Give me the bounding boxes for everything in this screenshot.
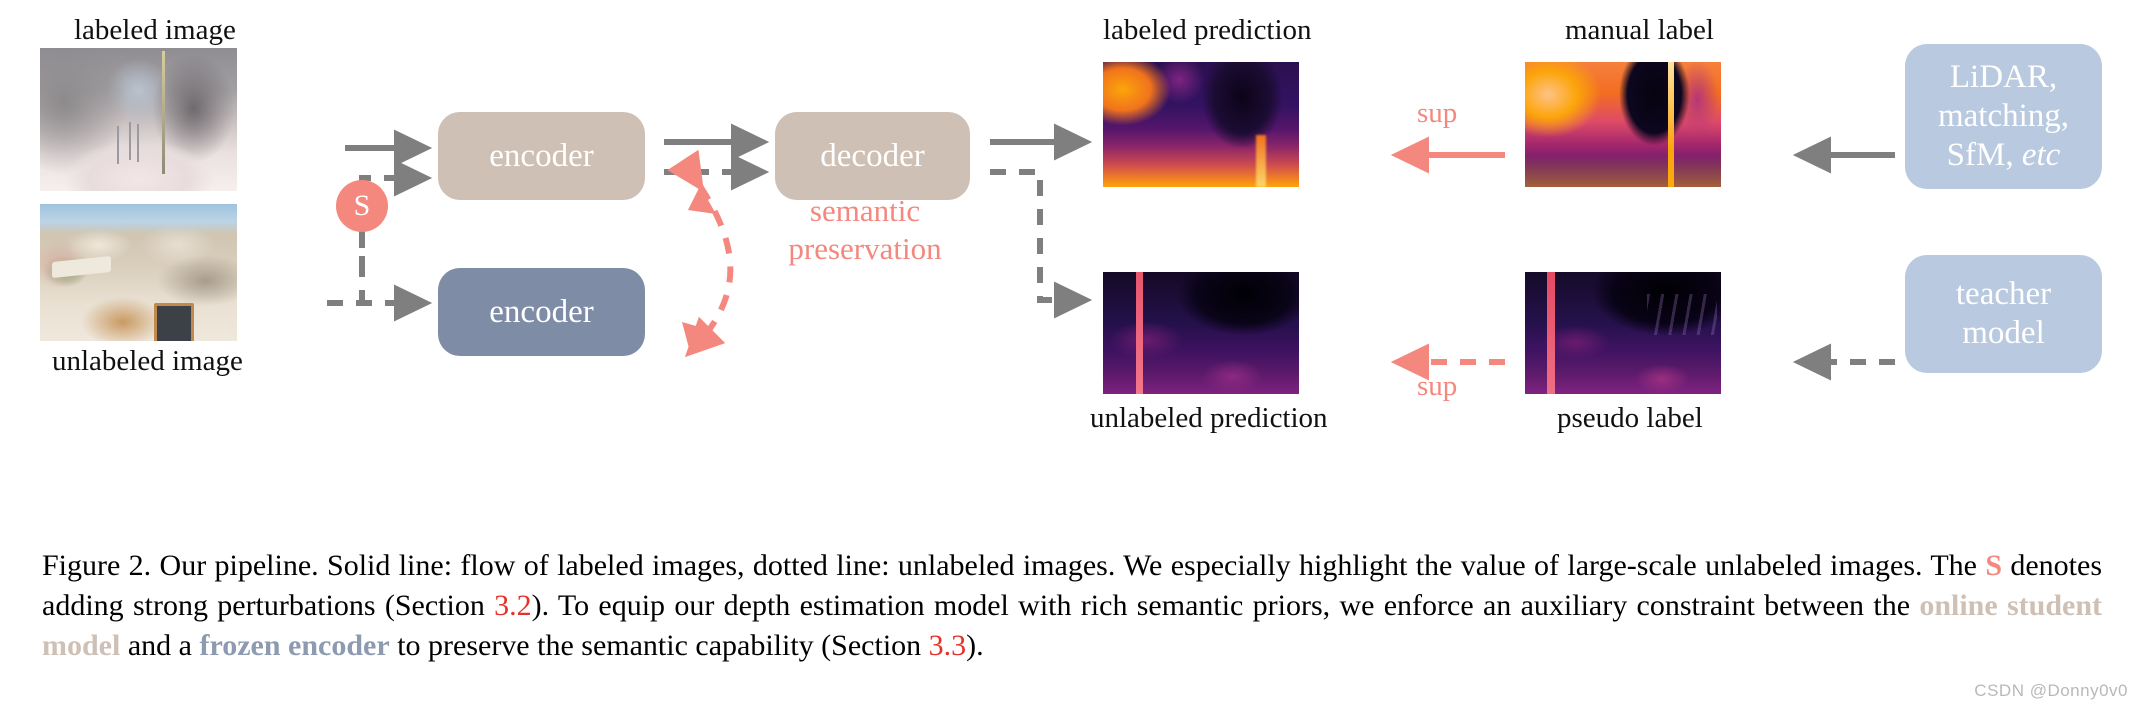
sup-label-top: sup xyxy=(1417,97,1458,129)
caption-s-symbol: S xyxy=(1985,549,2003,582)
label-unlabeled-image: unlabeled image xyxy=(52,345,243,377)
encoder-student-box: encoder xyxy=(438,112,645,200)
arrow-decoder-to-unlabeled-prediction xyxy=(990,169,1093,319)
label-pseudo-label: pseudo label xyxy=(1557,402,1703,434)
thumbnail-unlabeled-image xyxy=(40,204,237,341)
lidar-sources-line-3-italic: etc xyxy=(2021,136,2061,173)
watermark: CSDN @Donny0v0 xyxy=(1974,681,2128,700)
caption-part-5: to preserve the semantic capability (Sec… xyxy=(389,629,929,662)
decoder-label: decoder xyxy=(820,137,925,174)
caption-frozen-encoder: frozen encoder xyxy=(199,629,390,662)
teacher-model-line-1: teacher xyxy=(1955,276,2052,313)
encoder-frozen-box: encoder xyxy=(438,268,645,356)
caption-section-3-3-link[interactable]: 3.3 xyxy=(929,629,967,662)
caption-part-6: ). xyxy=(966,629,984,662)
semantic-preservation-line-1: semantic xyxy=(809,193,921,228)
lidar-sources-box: LiDAR, matching, SfM, etc xyxy=(1905,44,2102,189)
depthmap-pseudo-label xyxy=(1525,272,1721,394)
thumbnail-labeled-image xyxy=(40,48,237,191)
depthmap-unlabeled-prediction xyxy=(1103,272,1299,394)
semantic-preservation-line-2: preservation xyxy=(788,231,942,266)
figure-caption: Figure 2. Our pipeline. Solid line: flow… xyxy=(42,546,2102,666)
depthmap-labeled-prediction xyxy=(1103,62,1299,187)
sup-label-bottom: sup xyxy=(1417,370,1458,402)
lidar-sources-line-1: LiDAR, xyxy=(1949,59,2058,96)
strong-perturbation-label: S xyxy=(353,189,371,222)
teacher-model-box: teacher model xyxy=(1905,255,2102,373)
label-manual-label: manual label xyxy=(1565,14,1714,46)
encoder-student-label: encoder xyxy=(489,137,594,174)
label-unlabeled-prediction: unlabeled prediction xyxy=(1090,402,1328,434)
encoder-frozen-label: encoder xyxy=(489,293,594,330)
figure-diagram: labeled image unlabeled image S encoder … xyxy=(0,0,2138,540)
strong-perturbation-badge: S xyxy=(336,180,388,232)
caption-section-3-2-link[interactable]: 3.2 xyxy=(494,589,532,622)
caption-part-1: Figure 2. Our pipeline. Solid line: flow… xyxy=(42,549,1986,582)
label-labeled-image: labeled image xyxy=(74,14,236,46)
semantic-preservation-label: semantic preservation xyxy=(735,192,995,268)
label-labeled-prediction: labeled prediction xyxy=(1103,14,1312,46)
lidar-sources-line-3-plain: SfM, xyxy=(1946,136,2022,173)
teacher-model-line-2: model xyxy=(1962,315,2045,351)
lidar-sources-line-3: SfM, etc xyxy=(1947,136,2061,175)
depthmap-manual-label xyxy=(1525,62,1721,187)
lidar-sources-line-2: matching, xyxy=(1937,98,2070,135)
caption-part-4: and a xyxy=(120,629,200,662)
arrowhead-semantic-up xyxy=(688,186,716,214)
connector-layer xyxy=(327,123,1895,381)
decoder-box: decoder xyxy=(775,112,970,200)
caption-part-3: ). To equip our depth estimation model w… xyxy=(531,589,1920,622)
